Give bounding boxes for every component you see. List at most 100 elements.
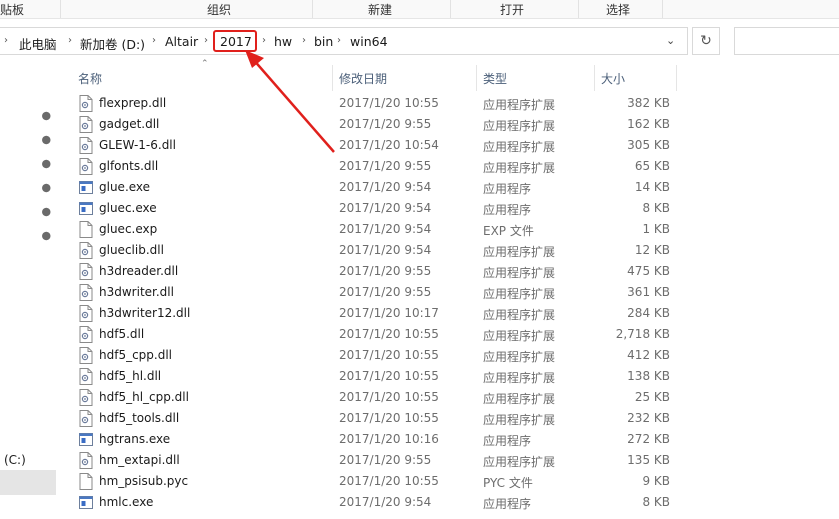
file-row[interactable]: h3dreader.dll 2017/1/20 9:55 应用程序扩展 475 KB: [66, 261, 839, 282]
file-date: 2017/1/20 9:54: [339, 222, 432, 236]
file-size: 475 KB: [627, 264, 670, 278]
file-type: 应用程序: [483, 434, 532, 448]
file-name: hmlc.exe: [99, 495, 154, 509]
file-date: 2017/1/20 9:55: [339, 159, 432, 173]
file-date: 2017/1/20 10:55: [339, 390, 439, 404]
file-size: 14 KB: [634, 180, 670, 194]
file-date: 2017/1/20 10:54: [339, 138, 439, 152]
file-type: 应用程序扩展: [483, 245, 556, 259]
file-name: hm_extapi.dll: [99, 453, 180, 467]
dll-file-icon: [79, 452, 93, 469]
file-row[interactable]: hdf5_hl.dll 2017/1/20 10:55 应用程序扩展 138 KB: [66, 366, 839, 387]
file-date: 2017/1/20 9:54: [339, 180, 432, 194]
breadcrumb-bin[interactable]: bin: [314, 34, 333, 49]
pin-icon[interactable]: ●: [39, 180, 55, 196]
file-size: 138 KB: [627, 369, 670, 383]
file-name: glfonts.dll: [99, 159, 159, 173]
pin-icon[interactable]: ●: [39, 108, 55, 124]
blank-file-icon: [79, 221, 93, 238]
file-type: 应用程序: [483, 203, 532, 217]
chevron-right-icon[interactable]: ›: [302, 35, 306, 46]
file-date: 2017/1/20 9:54: [339, 495, 432, 509]
column-date[interactable]: 修改日期: [339, 70, 387, 87]
file-type: 应用程序扩展: [483, 455, 556, 469]
file-size: 12 KB: [634, 243, 670, 257]
nav-item-drive-c[interactable]: (C:): [4, 453, 26, 467]
file-row[interactable]: hdf5_tools.dll 2017/1/20 10:55 应用程序扩展 232 K…: [66, 408, 839, 429]
file-size: 305 KB: [627, 138, 670, 152]
file-row[interactable]: hdf5.dll 2017/1/20 10:55 应用程序扩展 2,718 KB: [66, 324, 839, 345]
file-size: 8 KB: [642, 201, 670, 215]
column-header: ⌃ 名称 修改日期 类型 大小: [66, 59, 839, 91]
pin-icon[interactable]: ●: [39, 228, 55, 244]
nav-item-selected[interactable]: [0, 470, 56, 495]
breadcrumb-win64[interactable]: win64: [350, 34, 388, 49]
file-type: 应用程序扩展: [483, 350, 556, 364]
file-name: h3dwriter12.dll: [99, 306, 191, 320]
chevron-right-icon[interactable]: ›: [337, 35, 341, 46]
file-date: 2017/1/20 10:17: [339, 306, 439, 320]
column-size[interactable]: 大小: [601, 70, 625, 87]
dll-file-icon: [79, 326, 93, 343]
file-date: 2017/1/20 9:55: [339, 453, 432, 467]
refresh-button[interactable]: ↻: [692, 27, 720, 55]
file-row[interactable]: glue.exe 2017/1/20 9:54 应用程序 14 KB: [66, 177, 839, 198]
file-type: 应用程序扩展: [483, 392, 556, 406]
file-row[interactable]: hdf5_hl_cpp.dll 2017/1/20 10:55 应用程序扩展 25 K…: [66, 387, 839, 408]
file-row[interactable]: glfonts.dll 2017/1/20 9:55 应用程序扩展 65 KB: [66, 156, 839, 177]
file-row[interactable]: hmlc.exe 2017/1/20 9:54 应用程序 8 KB: [66, 492, 839, 513]
pin-icon[interactable]: ●: [39, 204, 55, 220]
file-row[interactable]: gluec.exp 2017/1/20 9:54 EXP 文件 1 KB: [66, 219, 839, 240]
ribbon-group-labels: 贴板 组织 新建 打开 选择: [0, 0, 839, 19]
file-size: 25 KB: [634, 390, 670, 404]
chevron-right-icon[interactable]: ›: [262, 35, 266, 46]
file-type: 应用程序扩展: [483, 98, 556, 112]
file-size: 162 KB: [627, 117, 670, 131]
ribbon-group-new: 新建: [368, 3, 393, 17]
file-row[interactable]: flexprep.dll 2017/1/20 10:55 应用程序扩展 382 KB: [66, 93, 839, 114]
blank-file-icon: [79, 473, 93, 490]
column-name[interactable]: 名称: [78, 70, 102, 87]
file-date: 2017/1/20 10:55: [339, 369, 439, 383]
breadcrumb-altair[interactable]: Altair: [165, 34, 198, 49]
pin-icon[interactable]: ●: [39, 132, 55, 148]
chevron-right-icon[interactable]: ›: [4, 35, 8, 46]
chevron-right-icon[interactable]: ›: [68, 35, 72, 46]
file-row[interactable]: hm_psisub.pyc 2017/1/20 10:55 PYC 文件 9 KB: [66, 471, 839, 492]
breadcrumb-hw[interactable]: hw: [274, 34, 292, 49]
pin-icon[interactable]: ●: [39, 156, 55, 172]
chevron-right-icon[interactable]: ›: [152, 35, 156, 46]
file-name: hdf5_cpp.dll: [99, 348, 173, 362]
file-size: 382 KB: [627, 96, 670, 110]
file-row[interactable]: gluec.exe 2017/1/20 9:54 应用程序 8 KB: [66, 198, 839, 219]
refresh-icon: ↻: [700, 33, 712, 49]
file-size: 272 KB: [627, 432, 670, 446]
ribbon-group-clipboard: 贴板: [0, 3, 25, 17]
breadcrumb-drive-d[interactable]: 新加卷 (D:): [80, 34, 145, 53]
address-bar[interactable]: › 此电脑 › 新加卷 (D:) › Altair › 2017 › hw › …: [0, 27, 688, 55]
file-row[interactable]: hdf5_cpp.dll 2017/1/20 10:55 应用程序扩展 412 KB: [66, 345, 839, 366]
file-type: 应用程序扩展: [483, 287, 556, 301]
dll-file-icon: [79, 158, 93, 175]
ribbon-group-select: 选择: [606, 3, 631, 17]
file-row[interactable]: hm_extapi.dll 2017/1/20 9:55 应用程序扩展 135 KB: [66, 450, 839, 471]
file-row[interactable]: h3dwriter.dll 2017/1/20 9:55 应用程序扩展 361 KB: [66, 282, 839, 303]
dll-file-icon: [79, 95, 93, 112]
file-date: 2017/1/20 10:55: [339, 411, 439, 425]
dll-file-icon: [79, 347, 93, 364]
file-name: h3dwriter.dll: [99, 285, 174, 299]
column-type[interactable]: 类型: [483, 70, 507, 87]
file-size: 9 KB: [642, 474, 670, 488]
chevron-right-icon[interactable]: ›: [204, 35, 208, 46]
file-date: 2017/1/20 10:55: [339, 96, 439, 110]
search-input[interactable]: [734, 27, 839, 55]
file-row[interactable]: h3dwriter12.dll 2017/1/20 10:17 应用程序扩展 284 …: [66, 303, 839, 324]
file-name: hdf5.dll: [99, 327, 145, 341]
file-row[interactable]: gadget.dll 2017/1/20 9:55 应用程序扩展 162 KB: [66, 114, 839, 135]
breadcrumb-this-pc[interactable]: 此电脑: [19, 34, 57, 53]
file-row[interactable]: hgtrans.exe 2017/1/20 10:16 应用程序 272 KB: [66, 429, 839, 450]
file-row[interactable]: GLEW-1-6.dll 2017/1/20 10:54 应用程序扩展 305 KB: [66, 135, 839, 156]
chevron-down-icon[interactable]: ⌄: [666, 34, 675, 47]
file-date: 2017/1/20 9:55: [339, 264, 432, 278]
file-row[interactable]: glueclib.dll 2017/1/20 9:54 应用程序扩展 12 KB: [66, 240, 839, 261]
